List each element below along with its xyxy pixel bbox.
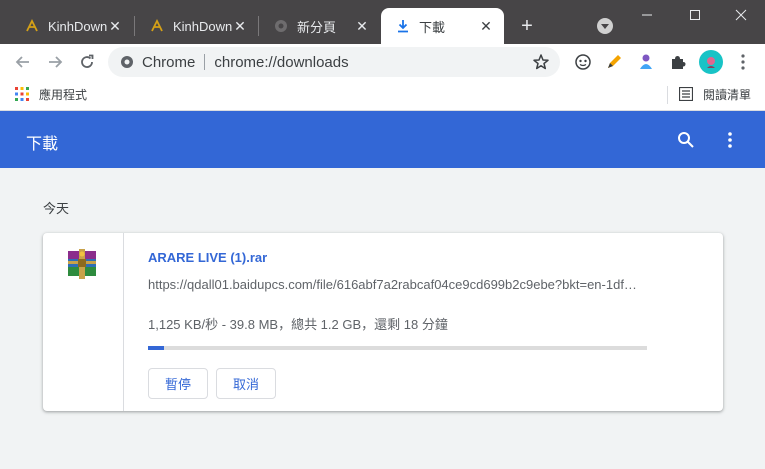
tab-search-icon[interactable]: [597, 18, 613, 34]
progress-bar: [148, 346, 647, 350]
tab-new-tab[interactable]: 新分頁 ✕: [259, 8, 380, 44]
pencil-icon[interactable]: [604, 52, 624, 72]
toolbar: Chrome chrome://downloads: [0, 44, 765, 80]
progress-bar-fill: [148, 346, 164, 350]
tab-title: KinhDown: [173, 18, 233, 34]
minimize-button[interactable]: [624, 0, 669, 30]
tab-title: 下載: [419, 19, 446, 35]
download-status: 1,125 KB/秒 - 39.8 MB，總共 1.2 GB，還剩 18 分鐘: [148, 317, 448, 332]
apps-grid-icon: [15, 86, 31, 103]
more-options-icon[interactable]: [720, 130, 740, 150]
extension-figure-icon[interactable]: [636, 52, 656, 72]
tab-close-icon[interactable]: ✕: [478, 18, 494, 34]
tab-downloads[interactable]: 下載 ✕: [381, 8, 504, 44]
maximize-button[interactable]: [672, 0, 717, 30]
browser-window: KinhDown ✕ KinhDown ✕ 新分頁 ✕ 下載 ✕ + Chrom…: [0, 0, 765, 469]
date-heading: 今天: [43, 201, 70, 216]
cancel-button[interactable]: 取消: [216, 368, 276, 399]
chrome-page-icon: [120, 55, 134, 69]
source-url-link[interactable]: https://qdall01.baidupcs.com/file/616abf…: [148, 277, 648, 292]
winrar-archive-icon: [66, 248, 98, 280]
downloads-list: 今天 ARARE LIVE (1).rar https://qdall01.ba…: [0, 168, 765, 469]
apps-label: 應用程式: [39, 88, 88, 102]
chrome-icon: [273, 18, 289, 34]
tab-close-icon[interactable]: ✕: [354, 18, 370, 34]
reading-list-label: 閱讀清單: [703, 88, 752, 102]
downloads-header: 下載: [0, 111, 765, 168]
file-icon-column: [43, 233, 124, 411]
url-text[interactable]: chrome://downloads: [214, 54, 348, 71]
avatar[interactable]: [699, 50, 723, 74]
tab-title: KinhDown: [48, 18, 108, 34]
kinhdown-icon: [24, 18, 40, 34]
bookmarks-divider: [667, 86, 668, 104]
forward-button[interactable]: [43, 50, 67, 74]
kinhdown-icon: [149, 18, 165, 34]
apps-shortcut[interactable]: 應用程式: [15, 86, 87, 103]
new-tab-button[interactable]: +: [517, 16, 537, 36]
omnibox-divider: [204, 54, 206, 70]
bookmark-star-icon[interactable]: [532, 53, 550, 71]
download-icon: [395, 18, 411, 34]
reload-button[interactable]: [75, 50, 99, 74]
page-title: 下載: [26, 136, 59, 153]
search-icon[interactable]: [676, 130, 696, 150]
reading-list-button[interactable]: 閱讀清單: [679, 86, 751, 103]
reading-list-icon: [679, 86, 695, 103]
site-chip: Chrome: [142, 53, 196, 71]
close-window-button[interactable]: [718, 0, 763, 30]
download-item: ARARE LIVE (1).rar https://qdall01.baidu…: [43, 233, 723, 411]
address-bar[interactable]: Chrome chrome://downloads: [108, 47, 560, 77]
browser-menu-icon[interactable]: [733, 52, 753, 72]
tab-strip: KinhDown ✕ KinhDown ✕ 新分頁 ✕ 下載 ✕ +: [0, 0, 765, 44]
tab-close-icon[interactable]: ✕: [232, 18, 248, 34]
extensions-puzzle-icon[interactable]: [668, 52, 688, 72]
bookmarks-bar: 應用程式 閱讀清單: [0, 80, 765, 111]
tab-kinhdown-1[interactable]: KinhDown ✕: [10, 8, 133, 44]
tab-close-icon[interactable]: ✕: [107, 18, 123, 34]
back-button[interactable]: [11, 50, 35, 74]
extension-face-icon[interactable]: [573, 52, 593, 72]
file-name-link[interactable]: ARARE LIVE (1).rar: [148, 250, 267, 265]
pause-button[interactable]: 暫停: [148, 368, 208, 399]
tab-kinhdown-2[interactable]: KinhDown ✕: [135, 8, 258, 44]
tab-title: 新分頁: [297, 19, 337, 35]
